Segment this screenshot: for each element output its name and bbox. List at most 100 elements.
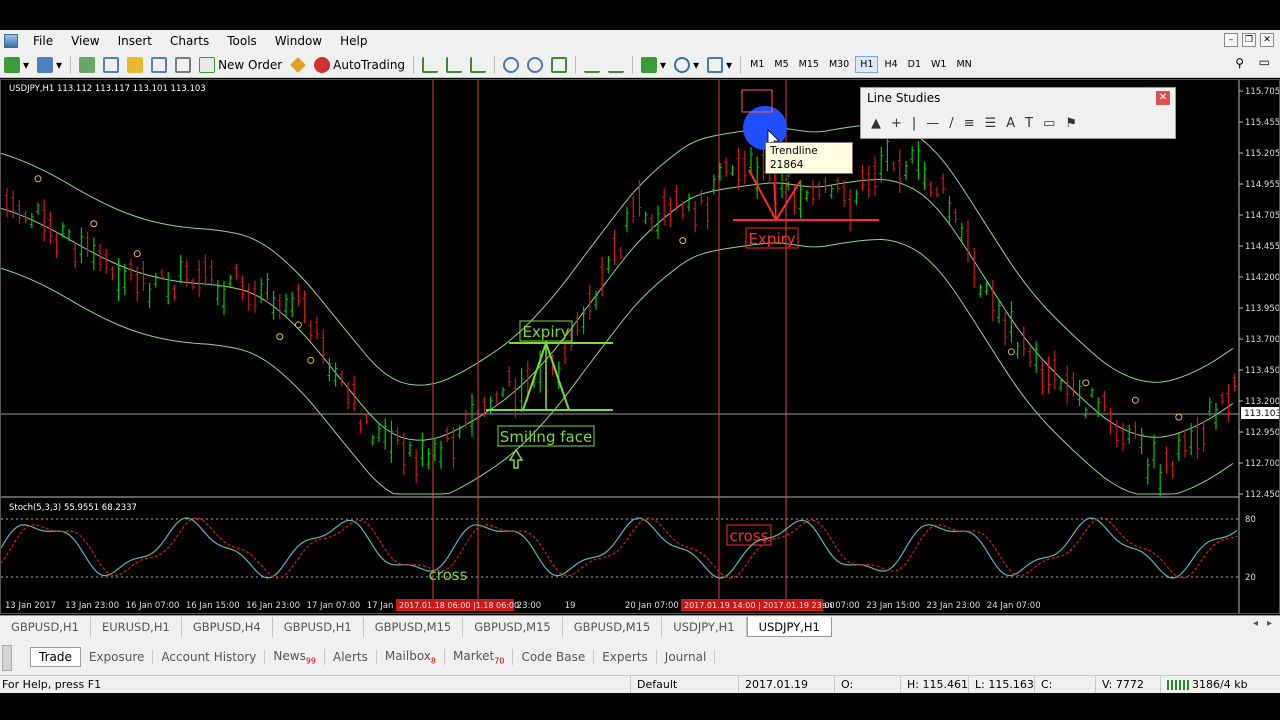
indicators-button[interactable]: ▾ [637,54,670,76]
terminal-panel: Trade Exposure Account History News99 Al… [0,637,1280,675]
status-profile[interactable]: Default [630,676,738,694]
navigator-button[interactable] [99,54,123,76]
tab-code-base[interactable]: Code Base [513,650,595,664]
chart-tab[interactable]: USDJPY,H1 [662,616,747,637]
zoom-in-button[interactable] [499,54,523,76]
chart-tab[interactable]: GBPUSD,H1 [0,616,91,637]
trendline-tool-icon[interactable]: / [949,116,953,131]
terminal-button[interactable] [147,54,171,76]
chart-tab[interactable]: GBPUSD,M15 [463,616,563,637]
chat-icon[interactable]: ▭ [1259,55,1270,69]
templates-button[interactable]: ▾ [703,54,736,76]
fibonacci-tool-icon[interactable]: ☰ [985,116,997,131]
profiles-button[interactable]: ▾ [33,54,66,76]
chart-shift-button[interactable] [604,54,628,76]
tab-mailbox[interactable]: Mailbox8 [377,648,446,666]
candlestick-button[interactable] [442,54,466,76]
menu-help[interactable]: Help [331,34,376,48]
search-icon[interactable]: ⚲ [1235,56,1244,70]
clock-icon [674,56,691,73]
time-tick-label: 20 Jan 07:00 [625,601,679,611]
metaeditor-icon [290,56,307,73]
menu-file[interactable]: File [24,34,62,48]
market-watch-button[interactable] [75,54,99,76]
restore-icon[interactable]: ❐ [1242,33,1256,47]
close-icon[interactable]: ✕ [1260,33,1274,47]
timeframe-m15[interactable]: M15 [795,57,823,72]
profiles-icon [37,56,54,73]
timeframe-w1[interactable]: W1 [927,57,950,72]
toolbar-separator [494,55,496,74]
panel-side-handle[interactable] [2,645,12,671]
vertical-line-tool-icon[interactable]: | [912,116,916,131]
new-order-button[interactable]: New Order [195,54,286,76]
menu-window[interactable]: Window [266,34,331,48]
data-window-button[interactable] [123,54,147,76]
chart-tab-active[interactable]: USDJPY,H1 [746,616,832,637]
menu-view[interactable]: View [62,34,108,48]
chart-tab[interactable]: GBPUSD,H4 [182,616,273,637]
timeframe-mn[interactable]: MN [952,57,975,72]
strategy-tester-button[interactable] [171,54,195,76]
timeframe-h1[interactable]: H1 [855,56,879,73]
timeframe-m1[interactable]: M1 [746,57,768,72]
tab-market[interactable]: Market70 [445,648,514,666]
metaeditor-button[interactable] [286,54,310,76]
periods-button[interactable]: ▾ [670,54,703,76]
tab-exposure[interactable]: Exposure [81,650,154,664]
tab-alerts[interactable]: Alerts [325,650,377,664]
scroll-left-icon[interactable]: ◂ [1253,618,1258,629]
close-icon[interactable]: ✕ [1156,91,1170,105]
timeframe-h4[interactable]: H4 [880,57,901,72]
tab-account-history[interactable]: Account History [153,650,266,664]
autotrading-button[interactable]: AutoTrading [310,54,409,76]
chart-window[interactable]: Expiry Smiling face Expiry cross cross 1… [0,79,1280,614]
expiry-red-label: Expiry [748,230,795,248]
signal-marker [1175,413,1183,421]
rectangle-tool-icon[interactable]: ▭ [1043,116,1055,131]
bollinger-middle [1,178,1234,441]
vertical-markers [432,80,787,602]
line-chart-button[interactable] [466,54,490,76]
crosshair-tool-icon[interactable]: + [891,116,902,131]
chart-tab[interactable]: EURUSD,H1 [91,616,182,637]
auto-scroll-icon [584,57,601,73]
timeframe-m5[interactable]: M5 [770,57,792,72]
tab-news[interactable]: News99 [265,648,326,666]
cursor-tool-icon[interactable]: ▲ [871,116,881,131]
horizontal-line-tool-icon[interactable]: — [926,116,939,131]
stoch-label: Stoch(5,3,3) 55.9551 68.2337 [9,503,137,513]
price-chart[interactable]: Expiry Smiling face Expiry cross cross 1… [1,80,1279,613]
timeframe-m30[interactable]: M30 [825,57,853,72]
chart-tab[interactable]: GBPUSD,M15 [563,616,663,637]
minimize-icon[interactable]: – [1224,33,1238,47]
auto-scroll-button[interactable] [580,54,604,76]
menu-insert[interactable]: Insert [109,34,161,48]
line-studies-tools: ▲ + | — / ≡ ☰ A T ▭ ⚑ [865,112,1171,134]
zoom-out-icon [527,56,544,73]
price-tick-label: 112.950 [1245,428,1279,438]
line-studies-toolbar[interactable]: Line Studies ✕ ▲ + | — / ≡ ☰ A T ▭ ⚑ [860,87,1176,139]
tooltip-title: Trendline 21864 [770,145,818,171]
arrows-tool-icon[interactable]: ⚑ [1065,116,1077,131]
tab-journal[interactable]: Journal [657,650,716,664]
tile-windows-button[interactable] [547,54,571,76]
chart-tab[interactable]: GBPUSD,H1 [273,616,364,637]
up-arrow-icon[interactable] [508,448,524,469]
scroll-right-icon[interactable]: ▸ [1267,618,1272,629]
tab-trade[interactable]: Trade [30,647,81,667]
time-tick-label: 19 [565,601,576,611]
text-tool-icon[interactable]: A [1006,116,1015,131]
bar-chart-button[interactable] [418,54,442,76]
channel-tool-icon[interactable]: ≡ [964,116,975,131]
menu-tools[interactable]: Tools [218,34,266,48]
text-label-tool-icon[interactable]: T [1025,116,1033,131]
tab-experts[interactable]: Experts [594,650,657,664]
zoom-in-icon [503,56,520,73]
new-chart-button[interactable]: ▾ [0,54,33,76]
timeframe-d1[interactable]: D1 [904,57,925,72]
menu-charts[interactable]: Charts [161,34,218,48]
app-icon[interactable] [4,34,18,48]
zoom-out-button[interactable] [523,54,547,76]
chart-tab[interactable]: GBPUSD,M15 [364,616,464,637]
